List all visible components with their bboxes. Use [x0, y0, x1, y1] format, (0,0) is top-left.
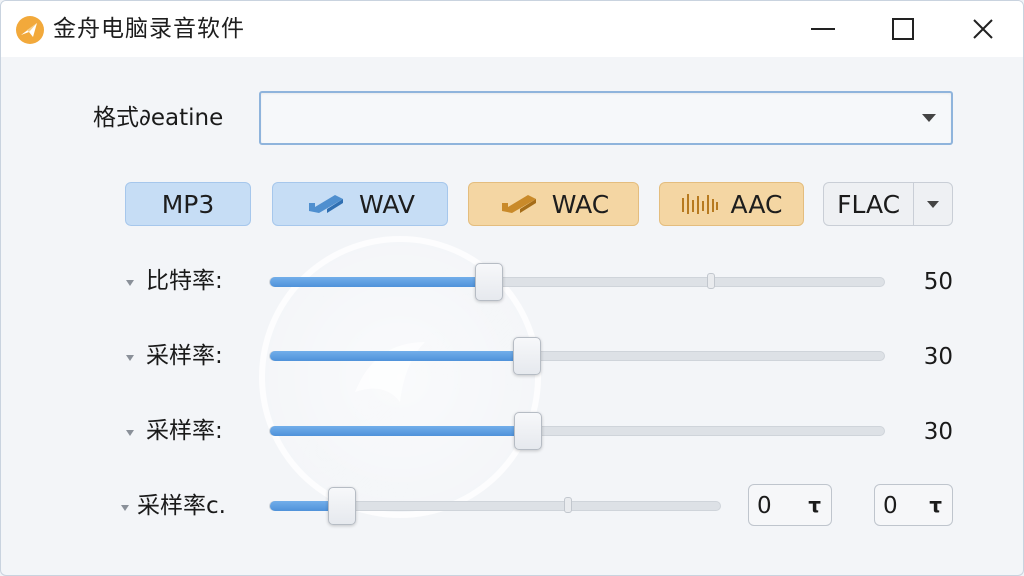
window-title: 金舟电脑录音软件: [53, 16, 245, 42]
format-button-wav[interactable]: WAV: [272, 182, 448, 226]
sample-rate-slider-2[interactable]: [269, 412, 885, 450]
spinbox-value: 0: [757, 493, 772, 519]
format-button-label: FLAC: [837, 189, 901, 219]
close-icon: [973, 19, 993, 39]
maximize-button[interactable]: [871, 1, 935, 57]
slider-fill: [270, 426, 528, 436]
pencil-icon: [305, 193, 347, 215]
slider-fill: [270, 277, 489, 287]
expand-arrow-icon[interactable]: [125, 428, 135, 438]
format-dropdown[interactable]: [259, 91, 953, 145]
format-button-label: MP3: [161, 189, 215, 219]
format-label: 格式∂eatine: [93, 105, 224, 131]
watermark-logo-icon: [355, 342, 425, 402]
expand-arrow-icon[interactable]: [125, 353, 135, 363]
format-button-flac[interactable]: FLAC: [823, 182, 953, 226]
format-button-wac[interactable]: WAC: [468, 182, 639, 226]
format-button-mp3[interactable]: MP3: [125, 182, 251, 226]
spinbox-value: 0: [883, 493, 898, 519]
format-button-label: AAC: [730, 189, 783, 219]
sample-rate-slider[interactable]: [269, 337, 885, 375]
sample-rate-label: 采样率:: [146, 343, 223, 369]
close-button[interactable]: [951, 1, 1015, 57]
minimize-icon: [811, 28, 835, 30]
spinbox-1[interactable]: 0 τ: [748, 484, 832, 526]
format-button-aac[interactable]: AAC: [659, 182, 804, 226]
flac-dropdown-button[interactable]: [913, 183, 952, 225]
bitrate-value: 50: [923, 269, 953, 295]
bitrate-label: 比特率:: [146, 268, 223, 294]
sample-rate-label: 采样率:: [146, 418, 223, 444]
format-button-label: WAC: [551, 189, 610, 219]
expand-arrow-icon[interactable]: [120, 503, 130, 513]
slider-thumb[interactable]: [514, 412, 542, 450]
slider-tick-mark: [564, 497, 572, 513]
bitrate-slider[interactable]: [269, 263, 885, 301]
expand-arrow-icon[interactable]: [125, 278, 135, 288]
format-button-label: WAV: [359, 189, 415, 219]
slider-thumb[interactable]: [475, 263, 503, 301]
sample-rate-value-2: 30: [923, 419, 953, 445]
waveform-icon: [681, 192, 719, 216]
slider-thumb[interactable]: [513, 337, 541, 375]
slider-thumb[interactable]: [328, 487, 356, 525]
spinbox-2[interactable]: 0 τ: [874, 484, 953, 526]
sample-rate-slider-3[interactable]: [269, 487, 721, 525]
spin-arrow-icon[interactable]: τ: [808, 493, 821, 517]
sample-rate-label-3: 采样率c.: [137, 493, 226, 519]
slider-tick-mark: [707, 273, 715, 289]
app-window: 金舟电脑录音软件 格式∂eatine MP3 WAV WAC AAC FLAC …: [0, 0, 1024, 576]
sample-rate-value: 30: [923, 344, 953, 370]
maximize-icon: [892, 18, 914, 40]
app-logo-icon: [15, 15, 45, 45]
pencil-icon: [498, 193, 540, 215]
minimize-button[interactable]: [791, 1, 855, 57]
spin-arrow-icon[interactable]: τ: [929, 493, 942, 517]
slider-fill: [270, 351, 527, 361]
chevron-down-icon: [927, 200, 940, 208]
chevron-down-icon: [922, 114, 936, 122]
title-bar: 金舟电脑录音软件: [1, 1, 1023, 57]
